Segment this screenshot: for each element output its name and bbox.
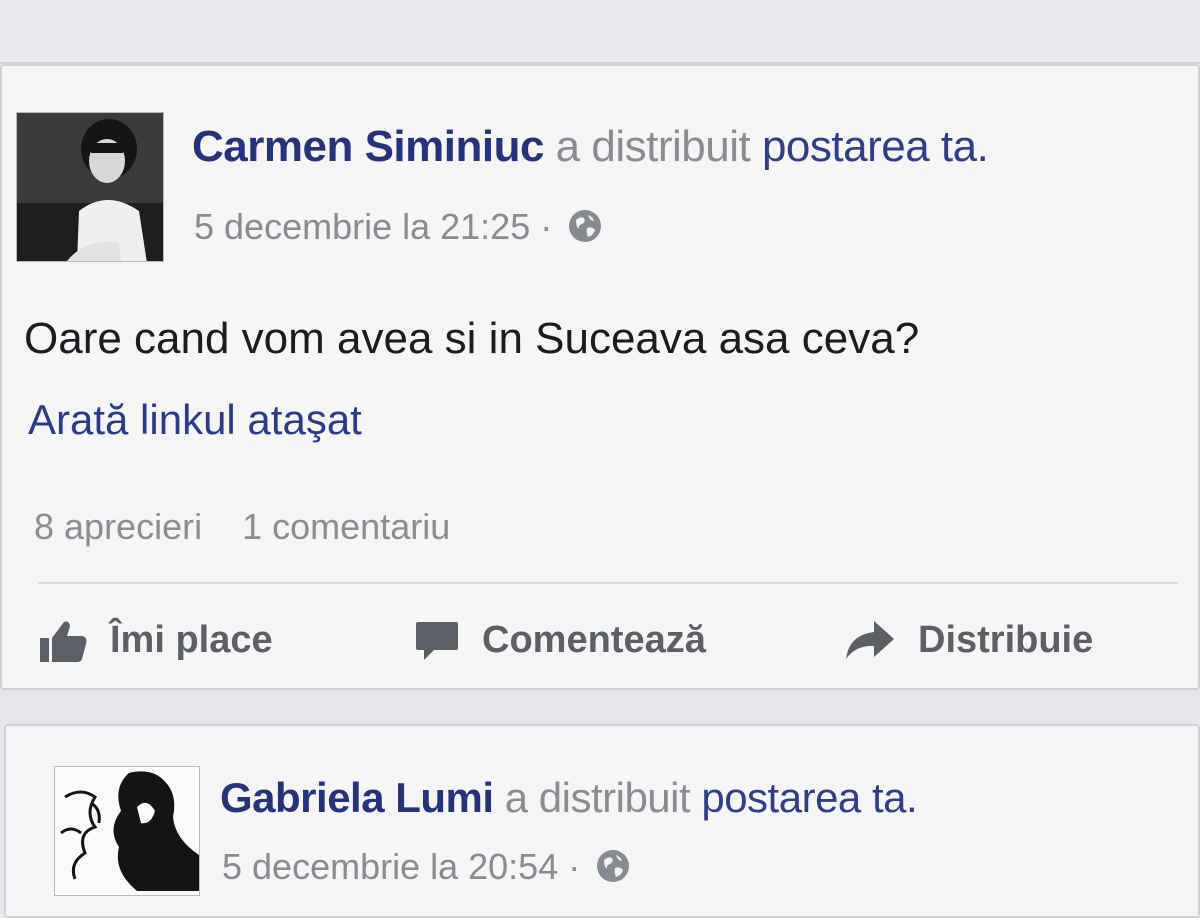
share-button[interactable]: Distribuie (844, 614, 1093, 666)
share-arrow-icon (846, 621, 894, 659)
previous-card-edge (0, 0, 1200, 64)
show-attached-link[interactable]: Arată linkul ataşat (28, 396, 362, 444)
post-link[interactable]: postarea (701, 774, 861, 821)
thumbs-up-icon (40, 621, 87, 662)
like-button[interactable]: Îmi place (38, 614, 273, 666)
divider (38, 582, 1178, 584)
globe-icon[interactable] (596, 849, 630, 892)
meta-separator: · (540, 206, 553, 247)
post-text: Oare cand vom avea si in Suceava asa cev… (24, 314, 920, 363)
share-action-text: a distribuit (504, 774, 691, 821)
likes-count-link[interactable]: 8 aprecieri (34, 506, 202, 547)
post-link-suffix: ta. (871, 774, 918, 821)
share-action-text: a distribuit (555, 122, 751, 171)
share-headline: Gabriela Lumi a distribuit postarea ta. (220, 774, 918, 822)
share-label: Distribuie (918, 618, 1094, 661)
post-link-suffix: ta. (940, 122, 989, 171)
post-meta: 5 decembrie la 20:54 · (222, 846, 630, 892)
timestamp-link[interactable]: 5 decembrie la 20:54 (222, 846, 558, 887)
comments-count-link[interactable]: 1 comentariu (242, 506, 450, 547)
profile-photo-icon (17, 113, 163, 261)
avatar[interactable] (16, 112, 164, 262)
share-notification-card: Carmen Siminiuc a distribuit postarea ta… (0, 64, 1200, 690)
actor-name-link[interactable]: Gabriela Lumi (220, 774, 494, 821)
share-headline: Carmen Siminiuc a distribuit postarea ta… (192, 122, 989, 172)
globe-icon[interactable] (568, 209, 602, 252)
actor-name-link[interactable]: Carmen Siminiuc (192, 122, 544, 171)
speech-bubble-icon (416, 622, 458, 660)
avatar[interactable] (54, 766, 200, 896)
share-notification-card: Gabriela Lumi a distribuit postarea ta. … (4, 724, 1200, 918)
comment-label: Comentează (482, 618, 706, 661)
like-label: Îmi place (110, 618, 273, 661)
post-meta: 5 decembrie la 21:25 · (194, 206, 602, 252)
comment-button[interactable]: Comentează (414, 614, 706, 666)
post-link[interactable]: postarea (762, 122, 930, 171)
timestamp-link[interactable]: 5 decembrie la 21:25 (194, 206, 530, 247)
post-stats: 8 aprecieri 1 comentariu (34, 506, 450, 548)
meta-separator: · (568, 846, 581, 887)
profile-drawing-icon (55, 767, 199, 895)
